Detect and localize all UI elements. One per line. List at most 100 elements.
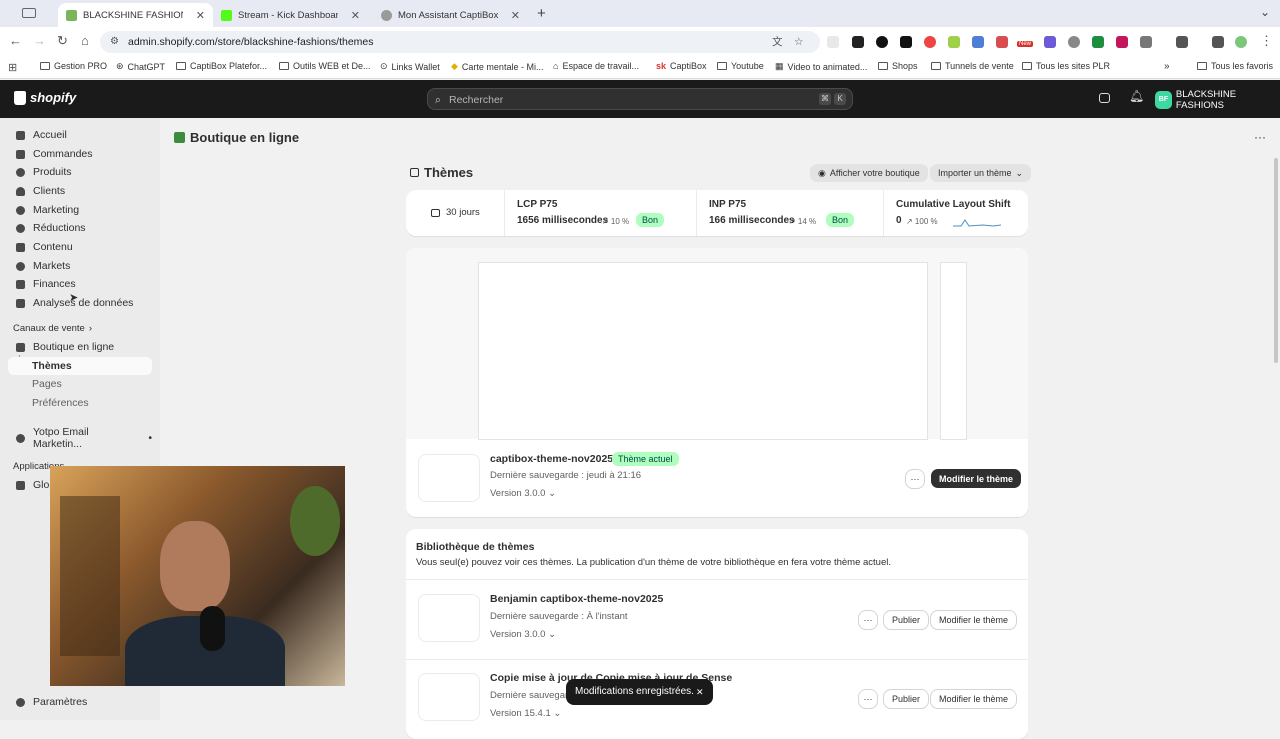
extension-u-icon[interactable] bbox=[827, 36, 839, 48]
inbox-icon[interactable] bbox=[1099, 93, 1110, 103]
sidebar-item-accueil[interactable]: Accueil bbox=[8, 126, 152, 144]
sidebar-item-clients[interactable]: Clients bbox=[8, 182, 152, 200]
theme-actions-button[interactable]: ··· bbox=[859, 690, 877, 708]
back-icon[interactable]: ← bbox=[9, 33, 22, 48]
all-bookmarks[interactable]: Tous les favoris bbox=[1197, 61, 1273, 71]
theme-preview-desktop[interactable] bbox=[479, 263, 927, 439]
browser-tab-shopify[interactable]: BLACKSHINE FASHIONS – Mo ✕ bbox=[58, 3, 213, 27]
sidebar-item-yotpo[interactable]: Yotpo Email Marketin... • bbox=[8, 426, 152, 450]
sidebar-item-themes[interactable]: Thèmes bbox=[8, 357, 152, 375]
sidebar-item-pages[interactable]: Pages bbox=[8, 375, 152, 393]
cls-label: Cumulative Layout Shift bbox=[896, 199, 1011, 210]
tab-switcher-icon[interactable] bbox=[22, 8, 36, 18]
sales-channels-header[interactable]: Canaux de vente › bbox=[13, 323, 92, 334]
sidebar-item-reductions[interactable]: Réductions bbox=[8, 219, 152, 237]
store-switcher[interactable]: BF BLACKSHINE FASHIONS bbox=[1155, 89, 1280, 111]
bookmark-star-icon[interactable]: ☆ bbox=[794, 31, 803, 53]
publish-button[interactable]: Publier bbox=[884, 690, 929, 708]
sidebar-item-online-store[interactable]: Boutique en ligne bbox=[8, 338, 152, 356]
scrollbar[interactable] bbox=[1274, 158, 1278, 363]
bookmark-item[interactable]: Outils WEB et De... bbox=[279, 61, 371, 71]
browser-tab-kick[interactable]: Stream - Kick Dashboard ✕ bbox=[213, 3, 368, 27]
bookmark-item[interactable]: Tunnels de vente bbox=[931, 61, 1014, 71]
bookmark-item[interactable]: ⊙ Links Wallet bbox=[380, 61, 440, 72]
library-theme-version[interactable]: Version 15.4.1 ⌄ bbox=[490, 708, 561, 719]
sidebar-item-contenu[interactable]: Contenu bbox=[8, 238, 152, 256]
new-tab-button[interactable]: + bbox=[537, 5, 546, 22]
extension-tag-icon[interactable] bbox=[1116, 36, 1128, 48]
bookmark-item[interactable]: Tous les sites PLR bbox=[1022, 61, 1110, 71]
bookmark-item[interactable]: ▦ Video to animated... bbox=[775, 61, 867, 72]
extension-doc-icon[interactable] bbox=[972, 36, 984, 48]
extension-d-icon[interactable] bbox=[1044, 36, 1056, 48]
more-actions-icon[interactable]: ··· bbox=[1254, 130, 1266, 144]
sidebar-item-commandes[interactable]: Commandes bbox=[8, 145, 152, 163]
store-icon bbox=[16, 342, 25, 352]
translate-icon[interactable]: 文 bbox=[772, 31, 783, 53]
sidebar-item-produits[interactable]: Produits bbox=[8, 163, 152, 181]
folder-icon bbox=[40, 62, 50, 70]
browser-tab-captibox[interactable]: Mon Assistant CaptiBox - MA ✕ bbox=[373, 3, 528, 27]
publish-button[interactable]: Publier bbox=[884, 611, 929, 629]
menu-kebab-icon[interactable]: ⋮ bbox=[1260, 33, 1273, 49]
extension-f-icon[interactable] bbox=[900, 36, 912, 48]
shopify-logo[interactable]: shopify bbox=[14, 90, 76, 105]
extension-multi-icon[interactable] bbox=[996, 36, 1008, 48]
extensions-puzzle-icon[interactable] bbox=[1140, 36, 1152, 48]
inp-value: 166 millisecondes bbox=[709, 215, 795, 226]
period-selector[interactable]: 30 jours bbox=[431, 207, 480, 218]
library-theme-version[interactable]: Version 3.0.0 ⌄ bbox=[490, 629, 556, 640]
bell-icon[interactable]: 🔔︎ bbox=[1129, 89, 1144, 103]
extension-record-icon[interactable] bbox=[876, 36, 888, 48]
import-theme-button[interactable]: Importer un thème ⌄ bbox=[930, 164, 1032, 182]
sidebar-item-settings[interactable]: Paramètres bbox=[8, 693, 152, 711]
sidebar-item-markets[interactable]: Markets bbox=[8, 257, 152, 275]
theme-preview-mobile[interactable] bbox=[941, 263, 966, 439]
bookmark-item[interactable]: Gestion PRO bbox=[40, 61, 107, 71]
extension-t-icon[interactable] bbox=[948, 36, 960, 48]
apps-grid-icon[interactable]: ⊞ bbox=[8, 61, 17, 74]
forward-icon[interactable]: → bbox=[33, 33, 46, 48]
sidebar-item-marketing[interactable]: Marketing bbox=[8, 201, 152, 219]
theme-actions-button[interactable]: ··· bbox=[906, 470, 924, 488]
extension-color-icon[interactable] bbox=[924, 36, 936, 48]
bookmark-item[interactable]: CaptiBox Platefor... bbox=[176, 61, 267, 71]
extension-new-badge[interactable]: New bbox=[1017, 41, 1034, 47]
address-bar[interactable]: ⚙ admin.shopify.com/store/blackshine-fas… bbox=[100, 31, 820, 53]
sidebar-item-analyses[interactable]: Analyses de données bbox=[8, 294, 152, 312]
extension-globe-icon[interactable] bbox=[1068, 36, 1080, 48]
yotpo-icon bbox=[16, 433, 25, 443]
theme-actions-button[interactable]: ··· bbox=[859, 611, 877, 629]
search-input[interactable]: ⌕ Rechercher ⌘ K bbox=[427, 88, 853, 110]
bookmark-item[interactable]: ◆ Carte mentale - Mi... bbox=[451, 61, 543, 72]
bookmark-item[interactable]: ⊛ ChatGPT bbox=[116, 61, 165, 72]
extension-cube-icon[interactable] bbox=[1176, 36, 1188, 48]
view-store-button[interactable]: ◉ Afficher votre boutique bbox=[810, 164, 928, 182]
extension-cursor-icon[interactable] bbox=[1092, 36, 1104, 48]
home-icon[interactable]: ⌂ bbox=[81, 33, 89, 48]
lcp-status-badge: Bon bbox=[636, 213, 665, 227]
edit-theme-button[interactable]: Modifier le thème bbox=[931, 469, 1022, 488]
site-info-icon[interactable]: ⚙ bbox=[110, 31, 119, 53]
more-bookmarks-icon[interactable]: » bbox=[1164, 61, 1170, 72]
profile-avatar[interactable] bbox=[1235, 36, 1247, 48]
edit-theme-button[interactable]: Modifier le thème bbox=[931, 690, 1017, 708]
extension-pen-icon[interactable] bbox=[852, 36, 864, 48]
dot-icon: • bbox=[148, 432, 152, 444]
url-text: admin.shopify.com/store/blackshine-fashi… bbox=[128, 36, 374, 48]
close-icon[interactable]: ✕ bbox=[696, 679, 704, 705]
bookmark-item[interactable]: Shops bbox=[878, 61, 918, 71]
chevron-down-icon[interactable]: ⌄ bbox=[1260, 5, 1270, 19]
close-tab-icon[interactable]: ✕ bbox=[196, 9, 205, 22]
reading-list-icon[interactable] bbox=[1212, 36, 1224, 48]
bookmark-item[interactable]: Youtube bbox=[717, 61, 764, 71]
reload-icon[interactable]: ↻ bbox=[57, 33, 68, 49]
sidebar-item-finances[interactable]: Finances bbox=[8, 275, 152, 293]
edit-theme-button[interactable]: Modifier le thème bbox=[931, 611, 1017, 629]
close-tab-icon[interactable]: ✕ bbox=[351, 9, 360, 22]
bookmark-item[interactable]: sk CaptiBox bbox=[656, 61, 707, 71]
theme-version[interactable]: Version 3.0.0 ⌄ bbox=[490, 488, 556, 499]
bookmark-item[interactable]: ⌂ Espace de travail... bbox=[553, 61, 639, 71]
sidebar-item-preferences[interactable]: Préférences bbox=[8, 394, 152, 412]
close-tab-icon[interactable]: ✕ bbox=[511, 9, 520, 22]
